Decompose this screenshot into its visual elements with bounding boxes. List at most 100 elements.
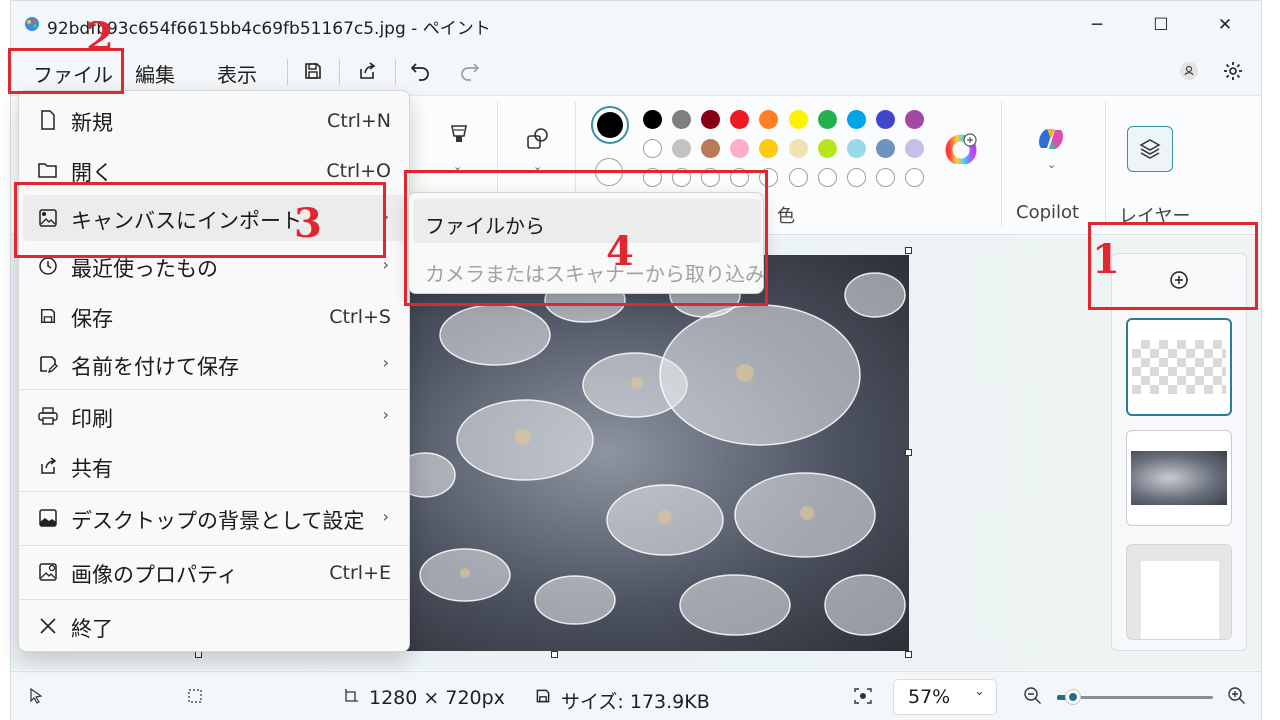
layer-background[interactable]	[1126, 544, 1232, 640]
file-menu-item-set-desktop-background[interactable]: デスクトップの背景として設定 ›	[23, 495, 407, 541]
color-swatch[interactable]	[875, 110, 895, 129]
open-folder-icon	[37, 159, 59, 181]
menu-view[interactable]: 表示	[217, 59, 257, 88]
menu-item-shortcut: Ctrl+N	[327, 110, 391, 132]
layer-thumbnail	[1131, 451, 1227, 505]
file-size: サイズ: 173.9KB	[561, 691, 710, 713]
color-swatch[interactable]	[730, 139, 750, 158]
fit-to-window-icon[interactable]	[853, 687, 873, 709]
toolbar-divider	[395, 59, 396, 85]
resize-handle[interactable]	[195, 651, 202, 658]
file-menu-item-save[interactable]: 保存 Ctrl+S	[23, 293, 407, 339]
toolbar-divider	[339, 59, 340, 85]
menu-edit[interactable]: 編集	[135, 59, 175, 88]
minimize-button[interactable]: ─	[1077, 11, 1117, 39]
color-swatch[interactable]	[846, 139, 866, 158]
menu-divider	[19, 545, 409, 546]
zoom-slider[interactable]	[1057, 689, 1213, 705]
color-swatch[interactable]	[759, 139, 779, 158]
file-menu-item-exit[interactable]: 終了	[23, 603, 407, 649]
color-swatch[interactable]	[846, 110, 866, 129]
print-icon	[37, 405, 59, 427]
color-swatch[interactable]	[643, 139, 662, 158]
redo-icon[interactable]	[455, 57, 483, 85]
menu-item-label: 終了	[71, 617, 113, 641]
close-window-button[interactable]: ✕	[1205, 11, 1245, 39]
shapes-tool-icon[interactable]	[525, 126, 551, 156]
custom-color-slot[interactable]	[788, 168, 808, 187]
custom-color-slot[interactable]	[846, 168, 866, 187]
canvas-dimensions: 1280 × 720px	[369, 687, 505, 709]
save-icon[interactable]	[299, 57, 327, 85]
color-swatch[interactable]	[788, 139, 808, 158]
color-swatch[interactable]	[904, 110, 924, 129]
file-menu-item-print[interactable]: 印刷 ›	[23, 393, 407, 439]
zoom-out-icon[interactable]	[1023, 686, 1043, 710]
undo-icon[interactable]	[407, 57, 435, 85]
ribbon-divider	[1105, 102, 1106, 226]
file-menu-item-new[interactable]: 新規 Ctrl+N	[23, 97, 407, 143]
file-menu-item-save-as[interactable]: 名前を付けて保存 ›	[23, 341, 407, 387]
color-swatch[interactable]	[643, 110, 662, 129]
selection-size-icon	[187, 688, 203, 708]
custom-color-slot[interactable]	[875, 168, 895, 187]
color-swatch[interactable]	[672, 110, 692, 129]
primary-color-button[interactable]	[591, 106, 629, 144]
color-swatch[interactable]	[904, 139, 924, 158]
resize-handle[interactable]	[905, 651, 912, 658]
color-swatch[interactable]	[817, 110, 837, 129]
zoom-chevron-down-icon: ⌄	[974, 684, 985, 699]
file-size-save-icon	[535, 688, 551, 708]
maximize-button[interactable]: ☐	[1141, 11, 1181, 39]
primary-color-swatch	[597, 112, 623, 138]
color-swatch[interactable]	[875, 139, 895, 158]
toolbar-divider	[287, 59, 288, 85]
brush-tool-icon[interactable]	[447, 122, 471, 156]
custom-color-slot[interactable]	[817, 168, 837, 187]
resize-handle[interactable]	[905, 247, 912, 254]
new-file-icon	[37, 109, 59, 131]
menu-item-shortcut: Ctrl+O	[326, 160, 391, 182]
color-swatch[interactable]	[730, 110, 750, 129]
resize-handle[interactable]	[905, 449, 912, 456]
file-menu-item-share[interactable]: 共有	[23, 443, 407, 489]
color-swatch[interactable]	[701, 110, 721, 129]
zoom-dropdown[interactable]: 57% ⌄	[893, 679, 997, 715]
menu-item-label: 保存	[71, 307, 113, 331]
canvas-image-jellyfish[interactable]	[405, 255, 909, 651]
canvas-size-icon	[343, 688, 359, 708]
layer-transparent[interactable]	[1126, 318, 1232, 416]
layer-image[interactable]	[1126, 430, 1232, 526]
desktop-background-icon	[37, 507, 59, 529]
layers-panel	[1111, 253, 1247, 651]
share-icon	[37, 455, 59, 477]
copilot-label: Copilot	[1016, 202, 1080, 223]
zoom-value: 57%	[908, 686, 951, 708]
submenu-chevron-right-icon: ›	[382, 405, 389, 424]
menu-bar: ファイル 編集 表示	[11, 47, 1261, 95]
copilot-icon[interactable]	[1035, 124, 1067, 158]
zoom-in-icon[interactable]	[1227, 686, 1247, 710]
settings-gear-icon[interactable]	[1219, 57, 1247, 85]
menu-item-label: 新規	[71, 111, 113, 135]
menu-item-label: 印刷	[71, 407, 113, 431]
title-bar: 92bdfb93c654f6615bb4c69fb51167c5.jpg - ペ…	[11, 1, 1261, 47]
menu-divider	[19, 599, 409, 600]
copilot-dropdown-chevron-icon[interactable]: ⌄	[1047, 158, 1056, 171]
resize-handle[interactable]	[551, 651, 558, 658]
custom-color-slot[interactable]	[904, 168, 924, 187]
recent-clock-icon	[37, 255, 59, 277]
color-swatch[interactable]	[817, 139, 837, 158]
layers-button[interactable]	[1127, 126, 1173, 172]
file-menu-item-image-properties[interactable]: 画像のプロパティ Ctrl+E	[23, 549, 407, 595]
zoom-slider-thumb[interactable]	[1065, 689, 1082, 705]
color-swatch[interactable]	[701, 139, 721, 158]
edit-colors-icon[interactable]	[945, 132, 977, 168]
account-icon[interactable]	[1175, 57, 1203, 85]
annotation-number-3: 3	[294, 200, 322, 247]
color-swatch[interactable]	[672, 139, 692, 158]
color-swatch[interactable]	[759, 110, 779, 129]
menu-item-shortcut: Ctrl+E	[329, 562, 391, 584]
color-swatch[interactable]	[788, 110, 808, 129]
share-icon[interactable]	[353, 57, 381, 85]
